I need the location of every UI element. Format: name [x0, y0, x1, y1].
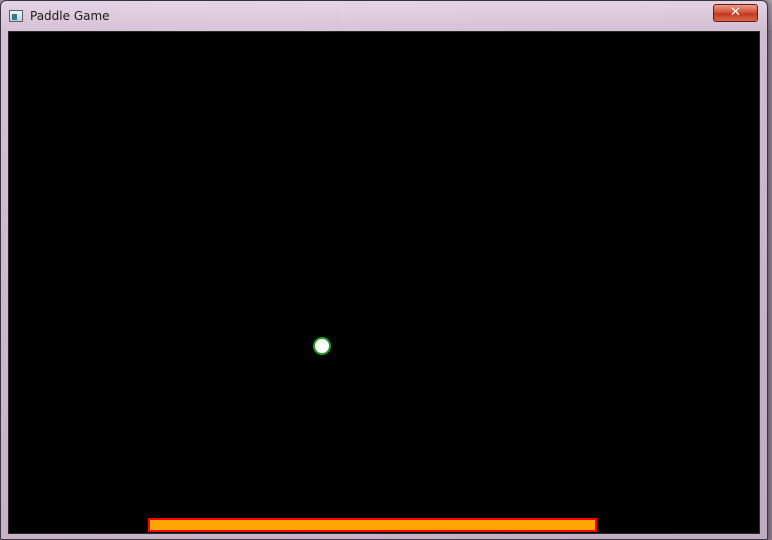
close-button[interactable]: ✕ — [713, 4, 758, 22]
app-window-icon[interactable] — [9, 10, 23, 22]
window-title: Paddle Game — [30, 9, 110, 23]
game-canvas[interactable] — [8, 31, 760, 534]
titlebar[interactable]: Paddle Game ✕ — [1, 1, 767, 31]
paddle[interactable] — [148, 518, 597, 532]
ball — [313, 337, 331, 355]
paddle-game-window: Paddle Game ✕ — [0, 0, 768, 540]
